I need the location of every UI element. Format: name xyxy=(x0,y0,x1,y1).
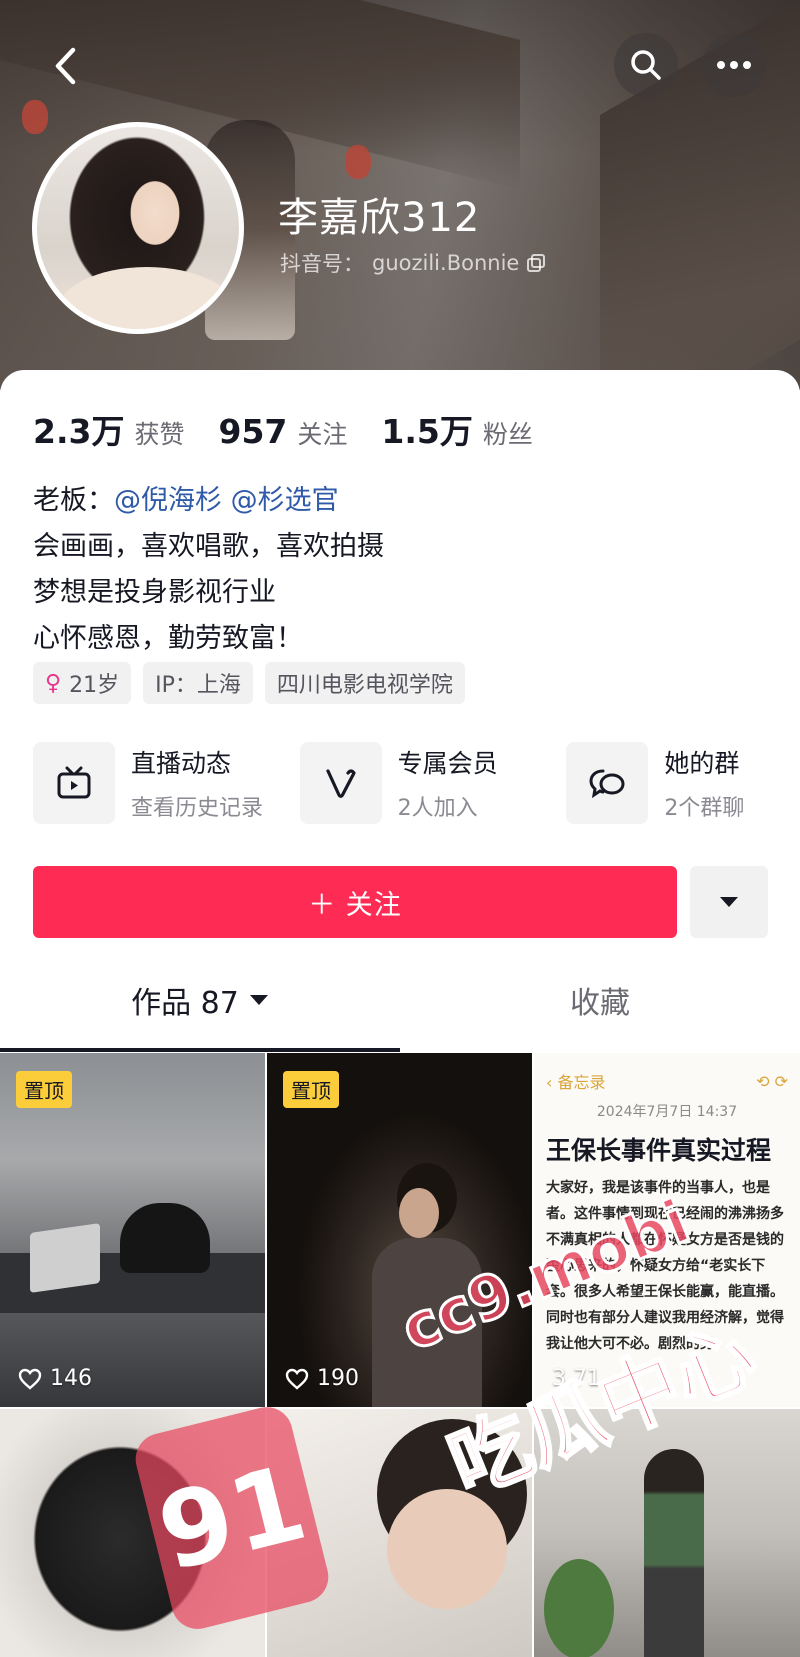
video-tile[interactable]: 置顶 190 xyxy=(267,1053,532,1407)
like-count: 190 xyxy=(285,1366,359,1391)
stat-label: 获赞 xyxy=(134,420,185,449)
bio-line: 梦想是投身影视行业 xyxy=(33,577,276,608)
chat-icon xyxy=(589,769,625,799)
tab-favorites[interactable]: 收藏 xyxy=(400,964,800,1036)
pinned-badge: 置顶 xyxy=(16,1071,72,1108)
feature-subtitle: 查看历史记录 xyxy=(131,796,264,821)
age-tag: ♀ 21岁 xyxy=(33,662,132,704)
stat-value: 2.3万 xyxy=(33,412,125,451)
bio-line: 老板：@倪海杉 @杉选官 xyxy=(33,478,384,524)
feature-title: 专属会员 xyxy=(397,749,498,778)
memo-back: ‹ 备忘录 xyxy=(546,1073,606,1092)
bio-boss-prefix: 老板： xyxy=(33,485,114,516)
ip-tag: IP：上海 xyxy=(143,662,253,704)
memo-date: 2024年7月7日 14:37 xyxy=(596,1104,738,1120)
like-count-value: 146 xyxy=(50,1366,92,1391)
feature-title: 她的群 xyxy=(664,749,740,778)
profile-banner: 李嘉欣312 抖音号： guozili.Bonnie xyxy=(0,0,800,390)
profile-card: 2.3万 获赞 957 关注 1.5万 粉丝 老板：@倪海杉 @杉选官 会画画，… xyxy=(0,370,800,1657)
stat-value: 1.5万 xyxy=(381,412,473,451)
caret-down-icon xyxy=(720,897,738,907)
heart-icon xyxy=(18,1368,42,1390)
tv-icon xyxy=(57,766,91,799)
feature-live[interactable]: 直播动态 查看历史记录 xyxy=(33,742,300,824)
age-text: 21岁 xyxy=(69,673,120,698)
stat-following[interactable]: 957 关注 xyxy=(218,412,347,451)
memo-toolbar: ‹ 备忘录 ⟲ ⟳ xyxy=(546,1069,788,1093)
watermark-number: 91 xyxy=(147,1441,317,1595)
video-tile[interactable]: 置顶 146 xyxy=(0,1053,265,1407)
active-tab-indicator xyxy=(0,1048,400,1052)
memo-title: 王保长事件真实过程 xyxy=(546,1136,772,1165)
stats-row: 2.3万 获赞 957 关注 1.5万 粉丝 xyxy=(33,405,567,453)
search-icon xyxy=(631,50,661,80)
follow-button[interactable]: ＋ 关注 xyxy=(33,866,677,938)
back-arrow-icon xyxy=(55,47,76,85)
feature-subtitle: 2个群聊 xyxy=(664,796,745,821)
bio-line: 会画画，喜欢唱歌，喜欢拍摄 xyxy=(33,531,384,562)
avatar-shoulder xyxy=(57,267,237,329)
avatar[interactable] xyxy=(32,122,244,334)
stat-likes[interactable]: 2.3万 获赞 xyxy=(33,405,184,453)
scene-plant xyxy=(544,1559,614,1657)
bio: 老板：@倪海杉 @杉选官 会画画，喜欢唱歌，喜欢拍摄 梦想是投身影视行业 心怀感… xyxy=(33,478,384,662)
mention-link[interactable]: @倪海杉 xyxy=(114,485,222,516)
stat-followers[interactable]: 1.5万 粉丝 xyxy=(381,405,532,453)
lantern-decoration xyxy=(22,100,48,134)
feature-subtitle: 2人加入 xyxy=(397,796,478,821)
stat-label: 关注 xyxy=(297,420,348,449)
feature-icon-box xyxy=(566,742,649,824)
search-button[interactable] xyxy=(614,33,678,97)
feature-title: 直播动态 xyxy=(131,749,232,778)
heart-icon xyxy=(285,1368,309,1390)
douyin-id[interactable]: 抖音号： guozili.Bonnie xyxy=(280,248,546,278)
memo-back-label: 备忘录 xyxy=(557,1073,606,1092)
like-count-value: 190 xyxy=(317,1366,359,1391)
copy-icon[interactable] xyxy=(527,254,546,272)
scene-tablet xyxy=(30,1223,100,1293)
back-button[interactable] xyxy=(40,38,90,94)
stat-value: 957 xyxy=(218,412,288,451)
stat-label: 粉丝 xyxy=(482,420,533,449)
feature-icon-box xyxy=(33,742,115,824)
profile-tags: ♀ 21岁 IP：上海 四川电影电视学院 xyxy=(33,662,465,704)
more-dots-icon xyxy=(717,61,751,69)
v-icon xyxy=(326,769,356,798)
feature-icon-box xyxy=(299,742,382,824)
feature-membership[interactable]: 专属会员 2人加入 xyxy=(299,742,567,824)
mention-link[interactable]: @杉选官 xyxy=(231,485,339,516)
scene-person xyxy=(644,1449,704,1657)
caret-down-icon xyxy=(249,995,268,1005)
scene-person xyxy=(120,1203,210,1273)
memo-toolbar-icons: ⟲ ⟳ xyxy=(756,1071,788,1091)
feature-groups[interactable]: 她的群 2个群聊 xyxy=(566,742,800,824)
lantern-decoration xyxy=(345,145,371,179)
douyin-id-value: guozili.Bonnie xyxy=(372,251,520,275)
bio-line: 心怀感恩，勤劳致富！ xyxy=(33,623,303,654)
recommend-dropdown-button[interactable] xyxy=(690,866,768,938)
pinned-badge: 置顶 xyxy=(283,1071,339,1108)
scene-face xyxy=(399,1188,439,1238)
tab-works[interactable]: 作品 87 xyxy=(0,964,400,1036)
more-options-button[interactable] xyxy=(702,33,766,97)
school-tag[interactable]: 四川电影电视学院 xyxy=(264,662,465,704)
douyin-id-label: 抖音号： xyxy=(280,252,364,276)
feature-row: 直播动态 查看历史记录 专属会员 2人加入 她的群 2个群聊 xyxy=(33,742,800,824)
content-tabs: 作品 87 收藏 xyxy=(0,964,800,1036)
profile-name: 李嘉欣312 xyxy=(278,195,481,241)
tab-label: 作品 87 xyxy=(131,986,239,1021)
female-icon: ♀ xyxy=(45,670,62,696)
like-count: 146 xyxy=(18,1366,92,1391)
